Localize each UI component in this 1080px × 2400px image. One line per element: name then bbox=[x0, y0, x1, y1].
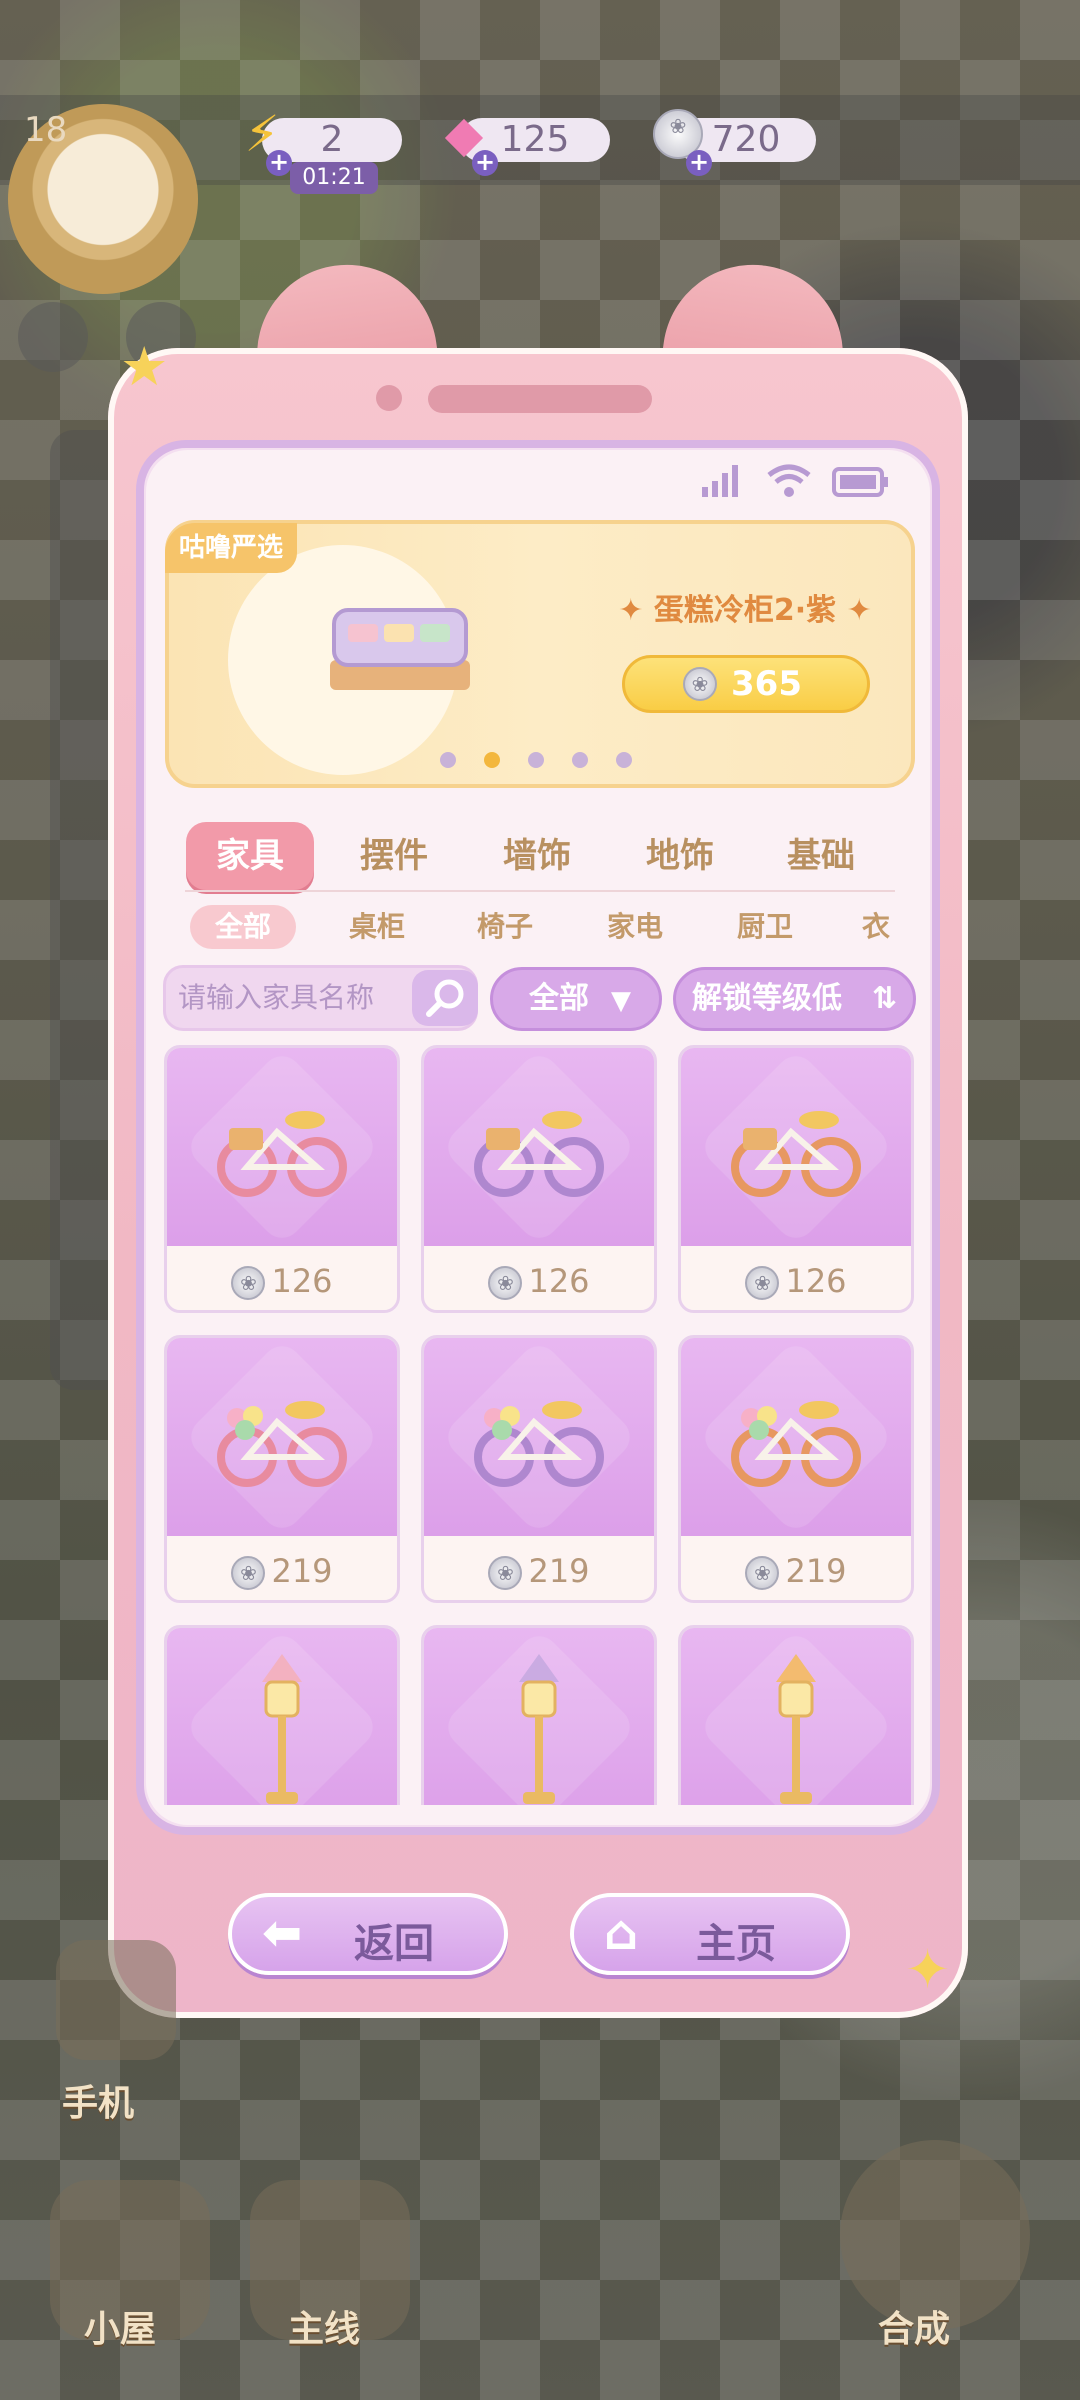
subtab-all[interactable]: 全部 bbox=[190, 905, 296, 949]
featured-price-button[interactable]: 365 bbox=[622, 655, 870, 713]
banner-tag: 咕噜严选 bbox=[165, 523, 298, 573]
item-price: 126 bbox=[271, 1262, 333, 1300]
category-filter-dropdown[interactable]: 全部 ▼ bbox=[490, 967, 662, 1031]
filter-value: 全部 bbox=[529, 981, 589, 1016]
phone-speaker bbox=[428, 385, 652, 413]
main-quest-label: 主线 bbox=[288, 2309, 361, 2350]
coin-icon bbox=[683, 667, 717, 701]
featured-price: 365 bbox=[731, 664, 802, 704]
signal-icon bbox=[700, 463, 746, 503]
battery-icon bbox=[832, 463, 890, 503]
tab-furniture[interactable]: 家具 bbox=[186, 822, 314, 890]
bicycle-flowers-icon bbox=[681, 1338, 911, 1536]
street-lamp-icon bbox=[167, 1628, 397, 1805]
item-card[interactable]: 126 bbox=[678, 1045, 914, 1313]
bicycle-icon bbox=[681, 1048, 911, 1246]
page-dot[interactable] bbox=[616, 752, 632, 768]
player-level: 18 bbox=[24, 110, 68, 150]
item-card[interactable]: 219 bbox=[421, 1335, 657, 1603]
add-gems-button[interactable]: + bbox=[472, 150, 498, 176]
item-card[interactable] bbox=[164, 1625, 400, 1805]
item-card[interactable]: 219 bbox=[678, 1335, 914, 1603]
coin-icon bbox=[745, 1556, 780, 1590]
item-card[interactable]: 126 bbox=[421, 1045, 657, 1313]
coin-icon bbox=[231, 1266, 266, 1300]
add-coins-button[interactable]: + bbox=[686, 150, 712, 176]
item-card[interactable] bbox=[678, 1625, 914, 1805]
mail-icon[interactable] bbox=[18, 302, 88, 372]
search-placeholder: 请输入家具名称 bbox=[178, 981, 375, 1014]
bicycle-flowers-icon bbox=[424, 1338, 654, 1536]
phone-camera bbox=[376, 385, 402, 411]
item-grid: 126 126 126 219 219 219 bbox=[160, 1045, 920, 1805]
merge-label: 合成 bbox=[878, 2309, 951, 2350]
page-dot[interactable] bbox=[484, 752, 500, 768]
tab-divider bbox=[185, 890, 895, 892]
bicycle-icon bbox=[424, 1048, 654, 1246]
page-dot[interactable] bbox=[572, 752, 588, 768]
subtab-chairs[interactable]: 椅子 bbox=[452, 905, 558, 949]
tab-wall-decor[interactable]: 墙饰 bbox=[473, 822, 601, 890]
subtab-clothing[interactable]: 衣 bbox=[846, 905, 906, 949]
arrow-left-icon: ⬅ bbox=[262, 1905, 303, 1961]
tab-basic[interactable]: 基础 bbox=[757, 822, 885, 890]
street-lamp-icon bbox=[681, 1628, 911, 1805]
home-icon: ⌂ bbox=[604, 1905, 639, 1961]
featured-item-name: ✦ 蛋糕冷柜2·紫 ✦ bbox=[618, 593, 872, 628]
page-dot[interactable] bbox=[440, 752, 456, 768]
search-button[interactable] bbox=[412, 970, 478, 1026]
item-price: 219 bbox=[528, 1552, 590, 1590]
house-label: 小屋 bbox=[84, 2309, 157, 2350]
chevron-down-icon: ▼ bbox=[611, 986, 631, 1016]
subtab-kitchen-bath[interactable]: 厨卫 bbox=[712, 905, 818, 949]
phone-app-button[interactable] bbox=[56, 1940, 176, 2060]
star-icon-bottom: ✦ bbox=[905, 1938, 951, 2001]
home-button[interactable]: ⌂ 主页 bbox=[570, 1893, 850, 1975]
item-price: 219 bbox=[271, 1552, 333, 1590]
phone-app-label: 手机 bbox=[62, 2083, 135, 2124]
tab-floor-decor[interactable]: 地饰 bbox=[616, 822, 744, 890]
item-card[interactable] bbox=[421, 1625, 657, 1805]
star-icon: ★ bbox=[120, 335, 169, 398]
page-dot[interactable] bbox=[528, 752, 544, 768]
item-price: 126 bbox=[785, 1262, 847, 1300]
sort-label: 解锁等级低 bbox=[692, 981, 842, 1016]
back-button[interactable]: ⬅ 返回 bbox=[228, 1893, 508, 1975]
bicycle-flowers-icon bbox=[167, 1338, 397, 1536]
coin-icon bbox=[231, 1556, 266, 1590]
item-card[interactable]: 219 bbox=[164, 1335, 400, 1603]
tab-ornaments[interactable]: 摆件 bbox=[330, 822, 458, 890]
subtab-appliances[interactable]: 家电 bbox=[582, 905, 688, 949]
energy-timer: 01:21 bbox=[290, 162, 378, 194]
search-icon bbox=[426, 979, 464, 1017]
home-label: 主页 bbox=[696, 1921, 776, 1967]
sort-button[interactable]: 解锁等级低 ⇅ bbox=[673, 967, 916, 1031]
subtab-tables[interactable]: 桌柜 bbox=[324, 905, 430, 949]
street-lamp-icon bbox=[424, 1628, 654, 1805]
wifi-icon bbox=[765, 463, 813, 503]
coin-icon bbox=[488, 1266, 523, 1300]
item-card[interactable]: 126 bbox=[164, 1045, 400, 1313]
sort-arrows-icon: ⇅ bbox=[872, 981, 898, 1016]
coin-icon bbox=[745, 1266, 780, 1300]
item-price: 219 bbox=[785, 1552, 847, 1590]
bicycle-icon bbox=[167, 1048, 397, 1246]
item-price: 126 bbox=[528, 1262, 590, 1300]
cake-fridge-icon bbox=[320, 590, 480, 700]
coin-icon bbox=[488, 1556, 523, 1590]
back-label: 返回 bbox=[354, 1921, 434, 1967]
add-energy-button[interactable]: + bbox=[266, 150, 292, 176]
